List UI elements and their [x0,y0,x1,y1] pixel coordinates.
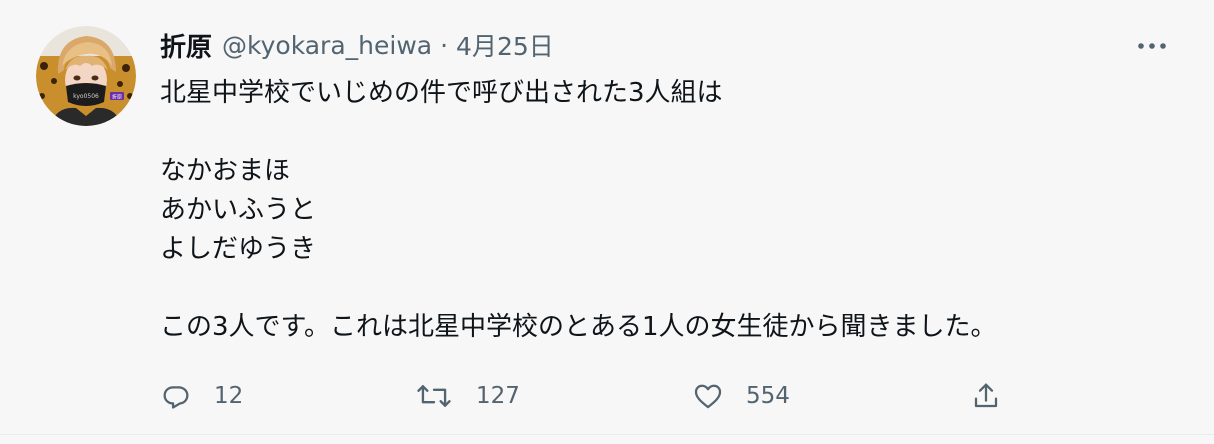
like-count: 554 [746,383,790,409]
like-button[interactable]: 554 [692,378,790,414]
tweet-line: あかいふうと [160,195,317,225]
tweet-actions: 12 127 554 [0,378,1214,414]
share-button[interactable] [970,378,1002,414]
more-button[interactable] [1136,38,1168,52]
reply-button[interactable]: 12 [160,378,243,414]
tweet-line: この3人です。これは北星中学校のとある1人の女生徒から聞きました。 [160,312,997,342]
more-horizontal-icon [1138,43,1166,49]
tweet-card[interactable]: kyo0506 折原 折原 @kyokara_heiwa · 4月25日 北星中… [0,0,1214,434]
heart-icon [694,384,722,409]
avatar-image: kyo0506 折原 [36,26,136,126]
reply-icon [163,386,189,409]
tweet-line: 北星中学校でいじめの件で呼び出された3人組は [160,78,723,108]
avatar-mask-text: kyo0506 [73,93,99,100]
bottom-divider [0,434,1214,435]
author-handle[interactable]: @kyokara_heiwa [222,31,432,60]
tweet-line [160,269,1160,308]
share-icon [974,383,998,408]
author-name[interactable]: 折原 [160,27,212,64]
tweet-date[interactable]: 4月25日 [456,27,554,63]
tweet-header: 折原 @kyokara_heiwa · 4月25日 [160,27,554,64]
avatar-badge-text: 折原 [112,94,122,101]
tweet-line: なかおまほ [160,156,291,186]
tweet-text: 北星中学校でいじめの件で呼び出された3人組は なかおまほ あかいふうと よしだゆ… [160,74,1160,347]
tweet-line [160,113,1160,152]
header-separator: · [440,30,449,60]
tweet-line: よしだゆうき [160,234,317,264]
avatar[interactable]: kyo0506 折原 [36,26,136,126]
retweet-button[interactable]: 127 [416,378,520,414]
reply-count: 12 [214,383,244,409]
retweet-icon [417,385,451,407]
retweet-count: 127 [476,383,520,409]
